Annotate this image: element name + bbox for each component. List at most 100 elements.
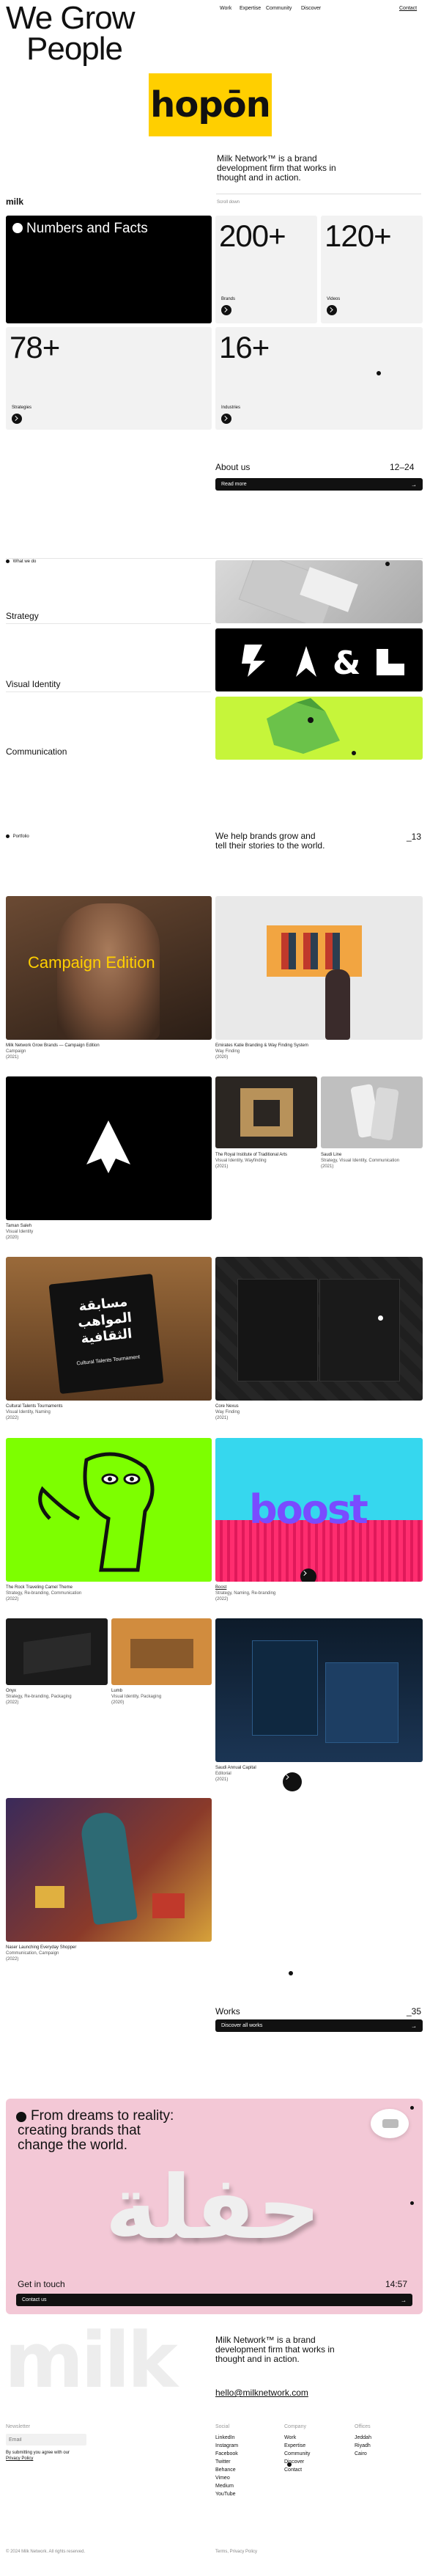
project-title[interactable]: Lumb [111,1688,212,1694]
office-cairo: Cairo [355,2451,367,2456]
arrow-mark-icon [86,1120,130,1173]
project-title[interactable]: Naser Launching Everyday Shopper [6,1945,182,1951]
walking-figure [325,969,350,1040]
company-link-expertise[interactable]: Expertise [284,2442,310,2450]
read-more-label: Read more [221,482,247,487]
project-caption: The Rock Traveling Camel Theme Strategy,… [6,1585,182,1602]
bullet-icon [6,559,10,563]
project-title[interactable]: Saudi Line [321,1152,423,1158]
footer-email-link[interactable]: hello@milknetwork.com [215,2388,308,2398]
portfolio-tag: Portfolio [6,834,29,840]
whatwedo-tag: What we do [6,559,36,565]
project-year: (2021) [321,1164,334,1169]
newsletter-email-input[interactable] [6,2434,86,2445]
arrow-icon[interactable] [12,414,22,424]
dragon-figure-icon [267,698,340,754]
social-link-linkedin[interactable]: LinkedIn [215,2434,238,2442]
project-title[interactable]: Cultural Talents Tournaments [6,1403,182,1409]
poster-grid [281,933,340,969]
nav-contact[interactable]: Contact [399,6,417,11]
fact-card-strategies: 78+ Strategies [6,327,212,430]
social-link-facebook[interactable]: Facebook [215,2450,238,2458]
play-icon[interactable] [300,1568,316,1582]
service-communication[interactable]: Communication [6,746,67,757]
project-title[interactable]: Core Nexus [215,1403,391,1409]
about-title: About us [215,462,251,472]
project-tags: Visual Identity, Packaging [111,1695,162,1699]
project-card-boost[interactable]: boost [215,1438,423,1582]
project-card-taman[interactable] [6,1076,212,1220]
social-link-instagram[interactable]: Instagram [215,2442,238,2450]
nav-discover[interactable]: Discover [301,6,321,11]
social-link-youtube[interactable]: YouTube [215,2490,238,2498]
project-card-saudi-line[interactable] [321,1076,423,1148]
project-year: (2021) [215,1416,229,1420]
project-title[interactable]: Saudi Annual Capital [215,1765,391,1771]
social-link-medium[interactable]: Medium [215,2482,238,2490]
read-more-button[interactable]: Read more → [215,478,423,491]
project-title[interactable]: Boost [215,1585,391,1590]
fact-card-brands: 200+ Brands [215,216,317,323]
project-title[interactable]: Emirates Katie Branding & Way Finding Sy… [215,1043,391,1049]
project-caption: Emirates Katie Branding & Way Finding Sy… [215,1043,391,1060]
project-card-wayfinding[interactable] [215,896,423,1040]
social-link-behance[interactable]: Behance [215,2466,238,2474]
fact-label: Industries [221,406,241,410]
nav-community[interactable]: Community [266,6,292,11]
project-title[interactable]: The Royal Institute of Traditional Arts [215,1152,311,1158]
section-divider [6,558,423,559]
social-link-vimeo[interactable]: Vimeo [215,2474,238,2482]
footer-wordmark: milk [4,2316,178,2405]
social-link-twitter[interactable]: Twitter [215,2458,238,2466]
communication-image [215,697,423,760]
project-card-campaign[interactable]: Campaign Edition [6,896,212,1040]
project-card-naser[interactable] [6,1798,212,1942]
project-card-camel[interactable] [6,1438,212,1582]
project-title[interactable]: Milk Network Grow Brands — Campaign Edit… [6,1043,182,1049]
project-card-lumb[interactable] [111,1618,212,1685]
project-title[interactable]: The Rock Traveling Camel Theme [6,1585,182,1590]
project-card-core-nexus[interactable] [215,1257,423,1401]
project-title[interactable]: Onyx [6,1688,108,1694]
project-caption: Lumb Visual Identity, Packaging (2020) [111,1688,212,1706]
office-jeddah: Jeddah [355,2435,371,2440]
project-tags: Strategy, Re-branding, Packaging [6,1695,72,1699]
project-caption: Naser Launching Everyday Shopper Communi… [6,1945,182,1962]
service-strategy[interactable]: Strategy [6,611,39,621]
discover-all-works-label: Discover all works [221,2023,263,2028]
project-year: (2022) [215,1597,229,1601]
nav-expertise[interactable]: Expertise [240,6,261,11]
project-tags: Visual Identity [6,1230,34,1234]
project-title[interactable]: Taman Saleh [6,1223,182,1229]
company-link-community[interactable]: Community [284,2450,310,2458]
brand-logo[interactable]: milk [6,197,23,207]
company-link-work[interactable]: Work [284,2434,310,2442]
project-year: (2021) [215,1164,229,1169]
project-card-royal-institute[interactable] [215,1076,317,1148]
project-caption: Milk Network Grow Brands — Campaign Edit… [6,1043,182,1060]
service-visual-identity[interactable]: Visual Identity [6,679,61,689]
project-card-onyx[interactable] [6,1618,108,1685]
cursor-dot [289,1971,293,1975]
project-year: (2020) [111,1700,125,1705]
project-card-cultural-talents[interactable]: مسابقة المواهب الثقافية Cultural Talents… [6,1257,212,1401]
nav-work[interactable]: Work [220,6,231,11]
arrow-icon[interactable] [327,305,337,315]
fact-label: Videos [327,297,341,301]
project-caption: The Royal Institute of Traditional Arts … [215,1152,311,1170]
project-card-annual[interactable] [215,1618,423,1762]
arrow-icon[interactable] [221,414,231,424]
arrow-icon[interactable] [221,305,231,315]
whatwedo-tag-label: What we do [12,559,37,564]
fact-card-industries: 16+ Industries [215,327,423,430]
project-tags: Strategy, Visual Identity, Communication [321,1159,400,1163]
company-link-contact[interactable]: Contact [284,2466,310,2474]
contact-us-button[interactable]: Contact us → [16,2294,412,2306]
book-shape [319,1279,400,1381]
privacy-policy-link[interactable]: Privacy Policy [6,2456,33,2461]
scroll-arrow-icon[interactable] [283,1772,302,1791]
discover-all-works-button[interactable]: Discover all works → [215,2019,423,2032]
legal-links[interactable]: Terms, Privacy Policy [215,2549,257,2555]
service-divider [6,691,211,692]
project-caption: Saudi Line Strategy, Visual Identity, Co… [321,1152,423,1170]
